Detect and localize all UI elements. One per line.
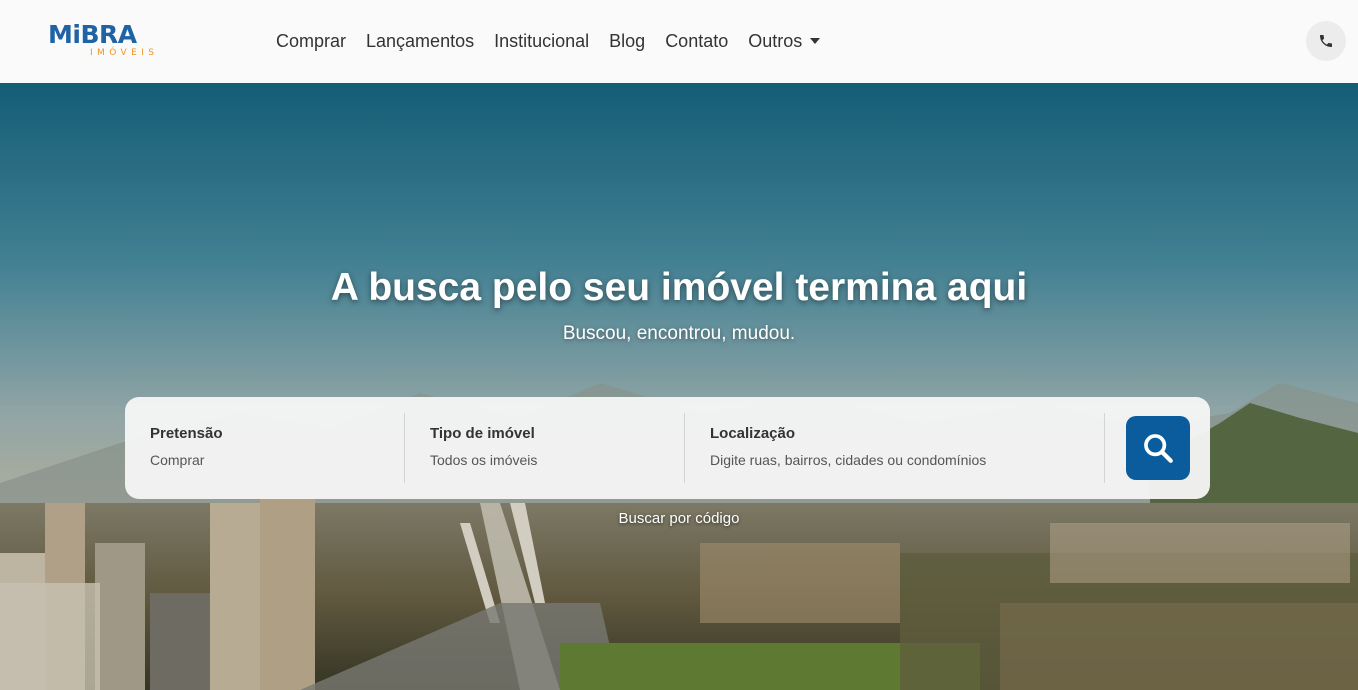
tipo-imovel-value: Todos os imóveis (430, 452, 538, 468)
phone-button[interactable] (1306, 21, 1346, 61)
field-divider (684, 413, 685, 483)
nav-item-blog[interactable]: Blog (609, 28, 645, 54)
search-box: Pretensão Comprar Tipo de imóvel Todos o… (125, 397, 1210, 499)
logo-sub-text: IMÓVEIS (90, 48, 159, 58)
nav-item-lancamentos[interactable]: Lançamentos (366, 28, 474, 54)
nav-item-comprar[interactable]: Comprar (276, 28, 346, 54)
hero-subtitle: Buscou, encontrou, mudou. (562, 323, 796, 344)
field-divider (1104, 413, 1105, 483)
hero-title: A busca pelo seu imóvel termina aqui (330, 266, 1028, 309)
logo-main-text: MiBRA (48, 20, 137, 49)
search-button[interactable] (1126, 416, 1190, 480)
city-background-image (0, 83, 1358, 690)
nav-item-institucional[interactable]: Institucional (494, 28, 589, 54)
nav-item-contato[interactable]: Contato (665, 28, 728, 54)
pretensao-label: Pretensão (150, 425, 223, 442)
pretensao-value: Comprar (150, 452, 205, 468)
search-by-code-link[interactable]: Buscar por código (0, 510, 1358, 527)
hero-section: A busca pelo seu imóvel termina aqui Bus… (0, 83, 1358, 690)
nav-item-outros-label: Outros (748, 31, 803, 51)
tipo-imovel-label: Tipo de imóvel (430, 425, 535, 442)
caret-down-icon (810, 38, 821, 44)
localizacao-field[interactable]: Localização Digite ruas, bairros, cidade… (710, 397, 1100, 499)
search-icon (1144, 434, 1173, 463)
main-nav: Comprar Lançamentos Institucional Blog C… (276, 28, 840, 54)
field-divider (404, 413, 405, 483)
pretensao-field[interactable]: Pretensão Comprar (150, 397, 400, 499)
site-logo[interactable]: MiBRA IMÓVEIS (48, 22, 173, 62)
phone-icon (1320, 35, 1332, 47)
nav-item-outros[interactable]: Outros (748, 28, 821, 54)
tipo-imovel-field[interactable]: Tipo de imóvel Todos os imóveis (430, 397, 680, 499)
localizacao-label: Localização (710, 425, 796, 442)
localizacao-input[interactable]: Digite ruas, bairros, cidades ou condomí… (710, 452, 1100, 468)
site-header: MiBRA IMÓVEIS Comprar Lançamentos Instit… (0, 0, 1358, 83)
